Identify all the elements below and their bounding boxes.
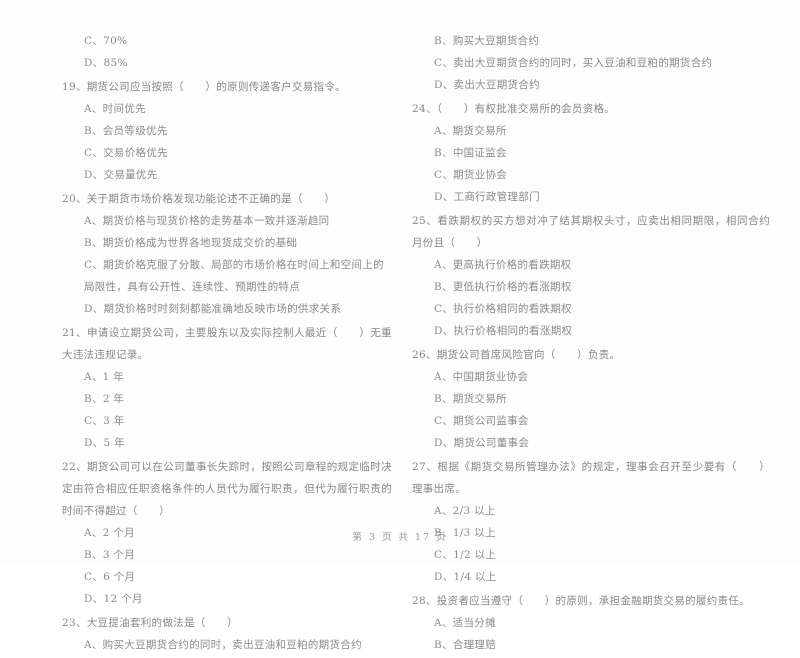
- question-23: 23、大豆提油套利的做法是（ ） A、购买大豆期货合约的同时，卖出豆油和豆粕的期…: [62, 612, 392, 656]
- question-stem: 20、关于期货市场价格发现功能论述不正确的是（ ）: [62, 193, 336, 205]
- option-item: C、1/2 以上: [434, 549, 497, 561]
- carryover-options-left: C、70% D、85%: [62, 30, 392, 74]
- question-stem: 28、投资者应当遵守（ ）的原则，承担金融期货交易的履约责任。: [412, 595, 750, 607]
- option-item: D、工商行政管理部门: [434, 191, 540, 203]
- two-column-layout: C、70% D、85% 19、期货公司应当按照（ ）的原则传递客户交易指令。 A…: [0, 30, 800, 658]
- carryover-options-right: B、购买大豆期货合约 C、卖出大豆期货合约的同时，买入豆油和豆粕的期货合约 D、…: [412, 30, 770, 96]
- option-item: C、6 个月: [84, 571, 136, 583]
- question-stem: 19、期货公司应当按照（ ）的原则传递客户交易指令。: [62, 81, 346, 93]
- option-item: D、期货公司董事会: [434, 437, 530, 449]
- option-item: D、执行价格相同的看涨期权: [434, 325, 573, 337]
- option-item: D、12 个月: [84, 593, 143, 605]
- option-item: C、执行价格相同的看跌期权: [434, 303, 572, 315]
- question-19: 19、期货公司应当按照（ ）的原则传递客户交易指令。 A、时间优先 B、会员等级…: [62, 76, 392, 186]
- option-item: B、3 个月: [84, 549, 136, 561]
- option-item: A、中国期货业协会: [434, 371, 529, 383]
- option-item: A、更高执行价格的看跌期权: [434, 259, 572, 271]
- question-28: 28、投资者应当遵守（ ）的原则，承担金融期货交易的履约责任。 A、适当分摊 B…: [412, 590, 770, 656]
- option-item: C、期货业协会: [434, 169, 508, 181]
- option-item: D、85%: [84, 57, 128, 69]
- question-stem: 26、期货公司首席风险官向（ ）负责。: [412, 349, 621, 361]
- option-item: A、2/3 以上: [434, 505, 496, 517]
- option-item: B、期货交易所: [434, 393, 507, 405]
- option-item: C、卖出大豆期货合约的同时，买入豆油和豆粕的期货合约: [434, 57, 713, 69]
- question-26: 26、期货公司首席风险官向（ ）负责。 A、中国期货业协会 B、期货交易所 C、…: [412, 344, 770, 454]
- option-item: A、期货交易所: [434, 125, 507, 137]
- option-item: B、中国证监会: [434, 147, 507, 159]
- question-27: 27、根据《期货交易所管理办法》的规定，理事会召开至少要有（ ）理事出席。 A、…: [412, 456, 770, 588]
- right-column: B、购买大豆期货合约 C、卖出大豆期货合约的同时，买入豆油和豆粕的期货合约 D、…: [400, 30, 800, 658]
- question-25: 25、看跌期权的买方想对冲了结其期权头寸，应卖出相同期限，相同合约月份且（ ） …: [412, 210, 770, 342]
- option-item: B、期货价格成为世界各地现货成交价的基础: [84, 237, 298, 249]
- question-20: 20、关于期货市场价格发现功能论述不正确的是（ ） A、期货价格与现货价格的走势…: [62, 188, 392, 320]
- option-item: D、交易量优先: [84, 169, 158, 181]
- option-item: A、时间优先: [84, 103, 146, 115]
- option-item: D、5 年: [84, 437, 125, 449]
- option-item: B、2 年: [84, 393, 125, 405]
- option-item: B、购买大豆期货合约: [434, 35, 540, 47]
- page-footer: 第 3 页 共 17 页: [352, 532, 448, 543]
- option-item: C、期货公司监事会: [434, 415, 529, 427]
- option-item: C、70%: [84, 35, 128, 47]
- question-stem: 21、申请设立期货公司，主要股东以及实际控制人最近（ ）无重大违法违规记录。: [62, 327, 392, 361]
- option-item: A、1 年: [84, 371, 125, 383]
- question-24: 24、（ ）有权批准交易所的会员资格。 A、期货交易所 B、中国证监会 C、期货…: [412, 98, 770, 208]
- option-item: A、购买大豆期货合约的同时，卖出豆油和豆粕的期货合约: [84, 639, 362, 651]
- option-item: B、更低执行价格的看涨期权: [434, 281, 572, 293]
- option-item: A、适当分摊: [434, 617, 496, 629]
- option-item: D、卖出大豆期货合约: [434, 79, 540, 91]
- option-item: C、交易价格优先: [84, 147, 168, 159]
- exam-page: C、70% D、85% 19、期货公司应当按照（ ）的原则传递客户交易指令。 A…: [0, 0, 800, 651]
- question-stem: 24、（ ）有权批准交易所的会员资格。: [412, 103, 616, 115]
- option-item: C、3 年: [84, 415, 125, 427]
- option-item: D、1/4 以上: [434, 571, 497, 583]
- option-item: B、会员等级优先: [84, 125, 168, 137]
- question-stem: 27、根据《期货交易所管理办法》的规定，理事会召开至少要有（ ）理事出席。: [412, 461, 770, 495]
- question-stem: 22、期货公司可以在公司董事长失踪时，按照公司章程的规定临时决定由符合相应任职资…: [62, 461, 392, 517]
- question-stem: 23、大豆提油套利的做法是（ ）: [62, 617, 238, 629]
- question-stem: 25、看跌期权的买方想对冲了结其期权头寸，应卖出相同期限，相同合约月份且（ ）: [412, 215, 770, 249]
- option-item: B、合理理赔: [434, 639, 497, 651]
- question-21: 21、申请设立期货公司，主要股东以及实际控制人最近（ ）无重大违法违规记录。 A…: [62, 322, 392, 454]
- left-column: C、70% D、85% 19、期货公司应当按照（ ）的原则传递客户交易指令。 A…: [0, 30, 400, 658]
- option-item: C、期货价格克服了分散、局部的市场价格在时间上和空间上的局限性，具有公开性、连续…: [84, 259, 384, 293]
- option-item: D、期货价格时时刻刻都能准确地反映市场的供求关系: [84, 303, 342, 315]
- option-item: A、期货价格与现货价格的走势基本一致并逐渐趋同: [84, 215, 330, 227]
